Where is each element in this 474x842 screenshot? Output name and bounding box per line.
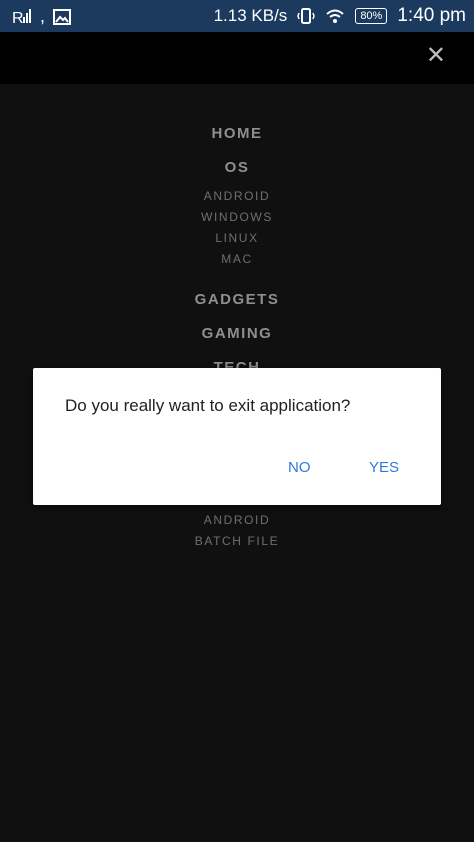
submenu-item-mac[interactable]: MAC [0,252,474,266]
menu-item-home[interactable]: HOME [0,125,474,142]
submenu-item-linux[interactable]: LINUX [0,231,474,245]
network-speed: 1.13 KB/s [213,6,288,25]
submenu-item-windows[interactable]: WINDOWS [0,210,474,224]
exit-dialog: Do you really want to exit application? … [33,368,441,505]
close-icon[interactable]: ✕ [426,42,446,70]
submenu-item-batch-file[interactable]: BATCH FILE [0,534,474,548]
gallery-icon [53,8,72,25]
menu-item-os[interactable]: OS [0,159,474,176]
status-bar: R , 1.13 KB/s 80% 1:40 pm [0,0,474,32]
status-right: 1.13 KB/s 80% 1:40 pm [214,5,466,27]
clock: 1:40 pm [397,5,466,26]
submenu-item-android-2[interactable]: ANDROID [0,513,474,527]
menu-item-gadgets[interactable]: GADGETS [0,291,474,308]
menu-item-gaming[interactable]: GAMING [0,325,474,342]
menu-header: ✕ [0,32,474,84]
no-button[interactable]: NO [288,459,311,476]
wifi-icon [325,8,345,24]
dialog-message: Do you really want to exit application? [65,396,351,415]
submenu-item-android[interactable]: ANDROID [0,189,474,203]
status-left: R , [12,6,72,27]
battery-indicator: 80% [355,8,388,24]
signal-icon: R [12,7,32,27]
status-comma: , [40,6,46,26]
yes-button[interactable]: YES [369,459,399,476]
vibrate-icon [297,7,316,25]
svg-text:R: R [12,10,25,27]
